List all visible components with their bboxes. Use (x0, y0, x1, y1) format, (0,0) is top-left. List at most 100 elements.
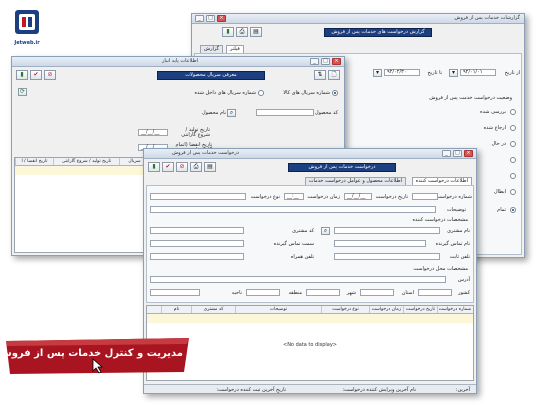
print-button[interactable]: ⎙ (190, 162, 202, 172)
contact-name-input[interactable] (334, 240, 426, 247)
print-button[interactable]: ⎙ (236, 27, 248, 37)
report-window-buttons: _ □ × (195, 15, 226, 22)
date-to-label: تا تاریخ (427, 70, 442, 76)
customer-code-label: کد مشتری (292, 228, 314, 234)
status-label-referred: ارجاع شده (483, 125, 506, 131)
address-input[interactable] (150, 276, 446, 283)
request-titlebar[interactable]: درخواست خدمات پس از فروش (144, 149, 476, 159)
report-title: گزارشات خدمات پس از فروش (454, 15, 520, 21)
close-icon[interactable]: × (217, 15, 226, 22)
status-radio-4[interactable] (510, 157, 516, 163)
contact-name-label: نام تماس گیرنده (435, 241, 470, 247)
save-button[interactable]: ✔ (162, 162, 174, 172)
info-titlebar[interactable]: اطلاعات پایه انبار (12, 57, 344, 67)
radio-serial-inner[interactable] (258, 90, 264, 96)
desc-input[interactable] (150, 206, 436, 213)
request-grid-row[interactable] (147, 314, 473, 323)
delete-button[interactable]: ⊘ (176, 162, 188, 172)
move-button[interactable]: ⇅ (314, 70, 326, 80)
mobile-input[interactable] (150, 253, 244, 260)
refresh-icon[interactable]: ⟳ (18, 88, 27, 96)
col-name[interactable]: نام (161, 306, 191, 313)
country-select[interactable] (418, 289, 452, 296)
city-label: شهر (346, 290, 356, 296)
contact-post-label: سمت تماس گیرنده (273, 241, 314, 247)
date-from-input[interactable]: ۹۲/۰۱/۰۱ (460, 69, 496, 76)
tab-applicant[interactable]: اطلاعات درخواست کننده (411, 177, 472, 185)
exit-button[interactable]: ▮ (148, 162, 160, 172)
info-title: اطلاعات پایه انبار (162, 58, 198, 64)
save-button[interactable]: ✔ (30, 70, 42, 80)
cursor-icon (92, 358, 104, 374)
minimize-icon[interactable]: _ (310, 58, 319, 65)
col-req-time[interactable]: زمان درخواست (369, 306, 403, 313)
col-desc[interactable]: توضیحات (235, 306, 321, 313)
req-type-label: نوع درخواست (250, 194, 280, 200)
col-req-date[interactable]: تاریخ درخواست (403, 306, 437, 313)
status-label-reviewed: بررسی شده (480, 109, 506, 115)
product-code-input[interactable] (256, 109, 314, 116)
req-time-input[interactable]: __:__ (284, 193, 304, 200)
info-toolbar-right: ⇅ 🗋 (314, 70, 340, 80)
req-no-input[interactable] (412, 193, 438, 200)
exit-button[interactable]: ▮ (222, 27, 234, 37)
province-select[interactable] (360, 289, 394, 296)
phone-input[interactable] (334, 253, 440, 260)
minimize-icon[interactable]: _ (195, 15, 204, 22)
status-radio-referred[interactable] (510, 125, 516, 131)
request-grid-header: شماره درخواست تاریخ درخواست زمان درخواست… (147, 306, 473, 314)
col-customer-code[interactable]: کد مشتری (191, 306, 235, 313)
request-grid[interactable]: شماره درخواست تاریخ درخواست زمان درخواست… (146, 305, 474, 381)
preview-button[interactable]: ▤ (250, 27, 262, 37)
date-to-calendar-icon[interactable]: ▾ (373, 69, 382, 77)
maximize-icon[interactable]: □ (453, 150, 462, 157)
city-select[interactable] (306, 289, 340, 296)
status-radio-5[interactable] (510, 173, 516, 179)
req-date-label: تاریخ درخواست (375, 194, 408, 200)
tab-product[interactable]: اطلاعات محصول و عوامل درخواست خدمات (304, 177, 406, 185)
request-window: درخواست خدمات پس از فروش _ □ × ▮ ✔ ⊘ ⎙ ▤ د… (143, 148, 477, 394)
address-label: آدرس (457, 277, 470, 283)
logo-text: Jetweb.ir (14, 40, 40, 46)
phone-label: تلفن ثابت (449, 254, 470, 260)
col-req-type[interactable]: نوع درخواست (321, 306, 369, 313)
customer-search-icon[interactable]: ⌕ (321, 227, 330, 235)
date-from-label: از تاریخ (504, 70, 520, 76)
contact-post-input[interactable] (150, 240, 244, 247)
report-titlebar[interactable]: گزارشات خدمات پس از فروش (192, 14, 524, 24)
col-expiry[interactable]: تاریخ انقضا / ا (15, 158, 53, 165)
exit-button[interactable]: ▮ (16, 70, 28, 80)
req-no-label: شماره درخواست (435, 194, 472, 200)
footer-left: تاریخ آخرین ثبت کننده درخواست: (216, 387, 286, 393)
district-select[interactable] (150, 289, 200, 296)
status-radio-in-progress[interactable] (510, 141, 516, 147)
serial-grid-row[interactable] (15, 166, 149, 175)
customer-code-input[interactable] (150, 227, 244, 234)
minimize-icon[interactable]: _ (442, 150, 451, 157)
district-label: ناحیه (231, 290, 242, 296)
req-date-input[interactable]: __/__/__ (344, 193, 372, 200)
delete-button[interactable]: ⊘ (44, 70, 56, 80)
close-icon[interactable]: × (464, 150, 473, 157)
product-search-icon[interactable]: ⌕ (227, 109, 236, 117)
maximize-icon[interactable]: □ (321, 58, 330, 65)
col-prod-date[interactable]: تاریخ تولید / شروع گارانتی (53, 158, 119, 165)
radio-serial-goods[interactable] (332, 90, 338, 96)
tab-filter[interactable]: فیلتر (226, 45, 244, 53)
date-to-input[interactable]: ۹۲/۰۲/۳۰ (384, 69, 420, 76)
preview-button[interactable]: ▤ (204, 162, 216, 172)
date-from-calendar-icon[interactable]: ▾ (449, 69, 458, 77)
status-radio-cancelled[interactable] (510, 189, 516, 195)
customer-name-input[interactable] (334, 227, 440, 234)
req-type-select[interactable] (150, 193, 246, 200)
status-radio-all[interactable] (510, 207, 516, 213)
close-icon[interactable]: × (332, 58, 341, 65)
region-select[interactable] (246, 289, 280, 296)
maximize-icon[interactable]: □ (206, 15, 215, 22)
prod-date-input[interactable]: __/__/__ (138, 129, 168, 136)
new-button[interactable]: 🗋 (328, 70, 340, 80)
tab-report[interactable]: گزارش (200, 45, 224, 53)
col-req-no[interactable]: شماره درخواست (437, 306, 473, 313)
desc-label: توضیحات (446, 207, 466, 213)
status-radio-reviewed[interactable] (510, 109, 516, 115)
